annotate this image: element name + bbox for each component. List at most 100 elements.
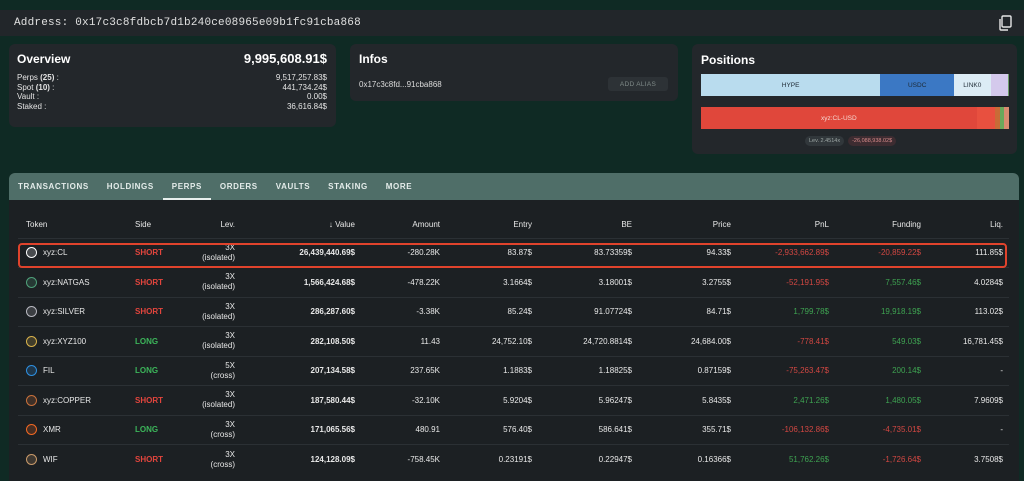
price-cell: 3.2755$ [638,267,737,297]
value-cell: 286,287.60$ [241,296,361,327]
allocation-segment[interactable] [1008,74,1009,96]
header-side[interactable]: Side [126,211,174,238]
be-cell: 3.18001$ [538,267,638,297]
price-cell: 0.87159$ [638,355,737,386]
token-cell[interactable]: xyz:SILVER [18,296,126,327]
copy-icon[interactable] [998,15,1012,31]
lev-cell: 3X (isolated) [174,296,241,327]
table-row[interactable]: xyz:CL SHORT 3X (isolated) 26,439,440.69$ -28… [18,237,1009,268]
side-cell: LONG [126,355,174,386]
tab-orders[interactable]: ORDERS [211,173,267,200]
entry-cell: 5.9204$ [446,385,538,415]
overview-row: Staked : 36,616.84$ [17,102,327,111]
header-entry[interactable]: Entry [446,211,538,238]
entry-cell: 85.24$ [446,296,538,327]
value-cell: 171,065.56$ [241,414,361,445]
table-row[interactable]: WIF SHORT 3X (cross) 124,128.09$ -758.45K 0.23… [18,444,1009,474]
side-cell: LONG [126,414,174,445]
portfolio-panel: TRANSACTIONS HOLDINGS PERPS ORDERS VAULTS STA… [9,173,1019,481]
table-header-row: Token Side Lev. ↓ Value Amount Entry BE … [18,211,1009,238]
amount-cell: -32.10K [361,385,446,415]
lev-cell: 3X (isolated) [174,385,241,415]
tab-bar: TRANSACTIONS HOLDINGS PERPS ORDERS VAULTS STA… [9,173,1019,200]
overview-row-label: Spot (10) : [17,82,55,92]
token-cell[interactable]: WIF [18,444,126,474]
lev-cell: 3X (isolated) [174,326,241,356]
pnl-cell: 51,762.26$ [737,444,835,474]
overview-row-label: Staked : [17,101,47,111]
header-liq[interactable]: Liq. [927,211,1009,238]
add-alias-button[interactable]: ADD ALIAS [608,77,668,91]
header-price[interactable]: Price [638,211,737,238]
liq-cell: - [927,414,1009,445]
monero-icon [26,424,37,436]
table-row[interactable]: xyz:COPPER SHORT 3X (isolated) 187,580.44$ -3… [18,385,1009,415]
header-be[interactable]: BE [538,211,638,238]
header-amount[interactable]: Amount [361,211,446,238]
table-row[interactable]: xyz:SILVER SHORT 3X (isolated) 286,287.60$ -3… [18,296,1009,327]
entry-cell: 1.1883$ [446,355,538,386]
token-cell[interactable]: xyz:NATGAS [18,267,126,297]
overview-total: 9,995,608.91$ [243,51,327,66]
allocation-segment[interactable] [976,107,996,129]
funding-cell: -4,735.01$ [835,414,927,445]
value-cell: 207,134.58$ [241,355,361,386]
allocation-segment[interactable]: xyz:CL-USD [701,107,977,129]
wif-icon [26,454,37,465]
value-cell: 1,566,424.68$ [241,267,361,297]
allocation-segment[interactable]: USDC [880,74,955,96]
tab-staking[interactable]: STAKING [319,173,377,200]
token-name: xyz:CL [43,248,68,258]
token-cell[interactable]: xyz:XYZ100 [18,326,126,356]
token-name: FIL [43,366,55,376]
token-cell[interactable]: xyz:COPPER [18,385,126,415]
side-cell: SHORT [126,237,174,268]
header-token[interactable]: Token [18,211,126,238]
be-cell: 5.96247$ [538,385,638,415]
funding-cell: 7,557.46$ [835,267,927,297]
be-cell: 24,720.8814$ [538,326,638,356]
table-row[interactable]: XMR LONG 3X (cross) 171,065.56$ 480.91 576.40$… [18,414,1009,445]
header-value-label: Value [335,219,355,229]
pnl-cell: -2,933,662.89$ [737,237,835,268]
side-cell: SHORT [126,385,174,415]
infos-title: Infos [359,52,388,66]
tab-perps[interactable]: PERPS [162,173,212,200]
header-funding[interactable]: Funding [835,211,927,238]
spot-allocation-bar: HYPE USDC LINK0 [701,74,1009,96]
value-cell: 26,439,440.69$ [241,237,361,268]
lev-cell: 3X (cross) [174,414,241,445]
token-cell[interactable]: xyz:CL [18,237,126,268]
entry-cell: 3.1664$ [446,267,538,297]
token-cell[interactable]: FIL [18,355,126,386]
allocation-segment[interactable] [1004,107,1009,129]
token-cell[interactable]: XMR [18,414,126,445]
table-row[interactable]: FIL LONG 5X (cross) 207,134.58$ 237.65K 1.1883… [18,355,1009,386]
allocation-segment[interactable]: HYPE [701,74,881,96]
tab-more[interactable]: MORE [377,173,421,200]
infos-short-address: 0x17c3c8fd...91cba868 [359,80,442,89]
header-pnl[interactable]: PnL [737,211,835,238]
header-value[interactable]: ↓ Value [241,211,361,238]
entry-cell: 83.87$ [446,237,538,268]
address-label: Address: [14,17,69,29]
side-cell: SHORT [126,296,174,327]
table-row[interactable]: xyz:XYZ100 LONG 3X (isolated) 282,108.50$ 11.… [18,326,1009,356]
overview-row-value: 9,517,257.83$ [275,73,327,82]
fil-icon [26,365,37,377]
allocation-segment[interactable]: LINK0 [954,74,991,96]
tab-holdings[interactable]: HOLDINGS [98,173,163,200]
overview-row-value: 441,734.24$ [282,82,328,92]
be-cell: 0.22947$ [538,444,638,474]
gas-icon [26,276,37,288]
overview-row: Spot (10) : 441,734.24$ [17,83,327,92]
header-lev[interactable]: Lev. [174,211,241,238]
tab-transactions[interactable]: TRANSACTIONS [9,173,98,200]
table-row[interactable]: xyz:NATGAS SHORT 3X (isolated) 1,566,424.68$… [18,267,1009,297]
allocation-segment[interactable] [990,74,1009,96]
address-value[interactable]: 0x17c3c8fdbcb7d1b240ce08965e09b1fc91cba8… [75,17,361,29]
tab-vaults[interactable]: VAULTS [267,173,319,200]
liq-cell: 7.9609$ [927,385,1009,415]
overview-row-label: Perps (25) : [17,73,59,82]
index-icon [26,335,37,347]
